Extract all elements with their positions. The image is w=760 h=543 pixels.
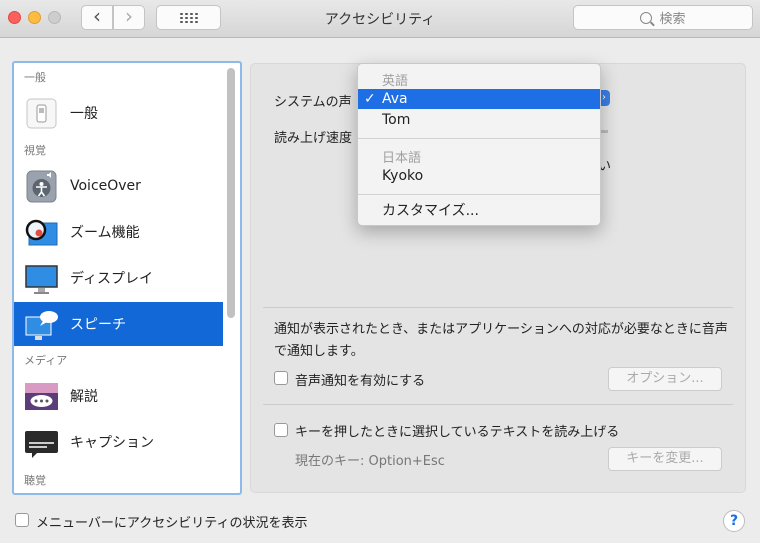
zoom-icon — [25, 219, 58, 245]
section-header-general: 一般 — [24, 71, 46, 84]
sidebar-item-label: 解説 — [70, 389, 98, 405]
sidebar-item-general[interactable]: 一般 — [14, 91, 223, 135]
menu-item-ava[interactable]: ✓ Ava — [358, 89, 600, 109]
sidebar-item-label: ディスプレイ — [70, 271, 154, 287]
menu-item-label: Ava — [382, 91, 408, 107]
menubar-status-label: メニューバーにアクセシビリティの状況を表示 — [36, 516, 308, 531]
sidebar-item-display[interactable]: ディスプレイ — [14, 256, 223, 300]
sidebar-item-descriptions[interactable]: 解説 — [14, 374, 223, 418]
options-button[interactable]: オプション... — [608, 367, 722, 391]
menu-separator — [358, 194, 600, 195]
title-bar: ‹ › アクセシビリティ 検索 — [0, 0, 760, 38]
sidebar: 一般 一般 視覚 VoiceOver ズーム機能 ディスプレイ スピーチ メディ… — [12, 61, 242, 495]
section-header-hearing: 聴覚 — [24, 474, 46, 487]
sidebar-item-label: ズーム機能 — [70, 225, 140, 241]
descriptions-icon — [25, 382, 58, 410]
display-icon — [25, 264, 58, 294]
search-field[interactable]: 検索 — [573, 5, 753, 30]
sidebar-item-zoom[interactable]: ズーム機能 — [14, 210, 223, 254]
speak-selection-label: キーを押したときに選択しているテキストを読み上げる — [295, 425, 620, 440]
section-divider — [263, 404, 733, 405]
announce-checkbox-label: 音声通知を有効にする — [295, 374, 426, 389]
sidebar-item-speech[interactable]: スピーチ — [14, 302, 223, 346]
help-button[interactable]: ? — [723, 510, 745, 532]
sidebar-item-voiceover[interactable]: VoiceOver — [14, 164, 223, 208]
voice-dropdown-menu: 英語 ✓ Ava Tom 日本語 Kyoko カスタマイズ... — [357, 63, 601, 226]
menu-group-japanese: 日本語 — [382, 151, 422, 166]
section-divider — [263, 307, 733, 308]
menu-item-label: Tom — [382, 112, 411, 128]
sidebar-item-captions[interactable]: キャプション — [14, 420, 223, 464]
help-icon: ? — [729, 513, 739, 529]
search-icon — [640, 11, 653, 24]
sidebar-item-label: キャプション — [70, 435, 154, 451]
checkmark-icon: ✓ — [364, 91, 376, 107]
speech-icon — [25, 310, 58, 340]
sidebar-item-label: VoiceOver — [70, 178, 141, 194]
sidebar-item-label: 一般 — [70, 106, 98, 122]
current-key-label: 現在のキー: Option+Esc — [295, 454, 445, 469]
section-header-vision: 視覚 — [24, 144, 46, 157]
change-key-button[interactable]: キーを変更... — [608, 447, 722, 471]
announce-description: 通知が表示されたとき、またはアプリケーションへの対応が必要なときに音声で通知しま… — [274, 322, 728, 359]
menu-separator — [358, 138, 600, 139]
speaking-rate-label: 読み上げ速度 — [274, 131, 353, 146]
menu-item-kyoko[interactable]: Kyoko — [358, 166, 600, 186]
search-placeholder: 検索 — [659, 12, 686, 27]
menu-item-label: Kyoko — [382, 168, 424, 184]
announce-checkbox[interactable] — [274, 371, 288, 385]
voiceover-icon — [26, 170, 57, 202]
menu-group-english: 英語 — [382, 74, 409, 89]
sidebar-scrollbar[interactable] — [227, 68, 235, 318]
menu-item-customize[interactable]: カスタマイズ... — [358, 201, 600, 221]
system-voice-label: システムの声 — [274, 95, 352, 110]
captions-icon — [25, 430, 58, 458]
general-icon — [26, 98, 57, 128]
section-header-media: メディア — [24, 354, 68, 367]
menubar-status-checkbox[interactable] — [15, 513, 29, 527]
speak-selection-checkbox[interactable] — [274, 423, 288, 437]
menu-item-tom[interactable]: Tom — [358, 110, 600, 130]
sidebar-item-label: スピーチ — [70, 317, 126, 333]
